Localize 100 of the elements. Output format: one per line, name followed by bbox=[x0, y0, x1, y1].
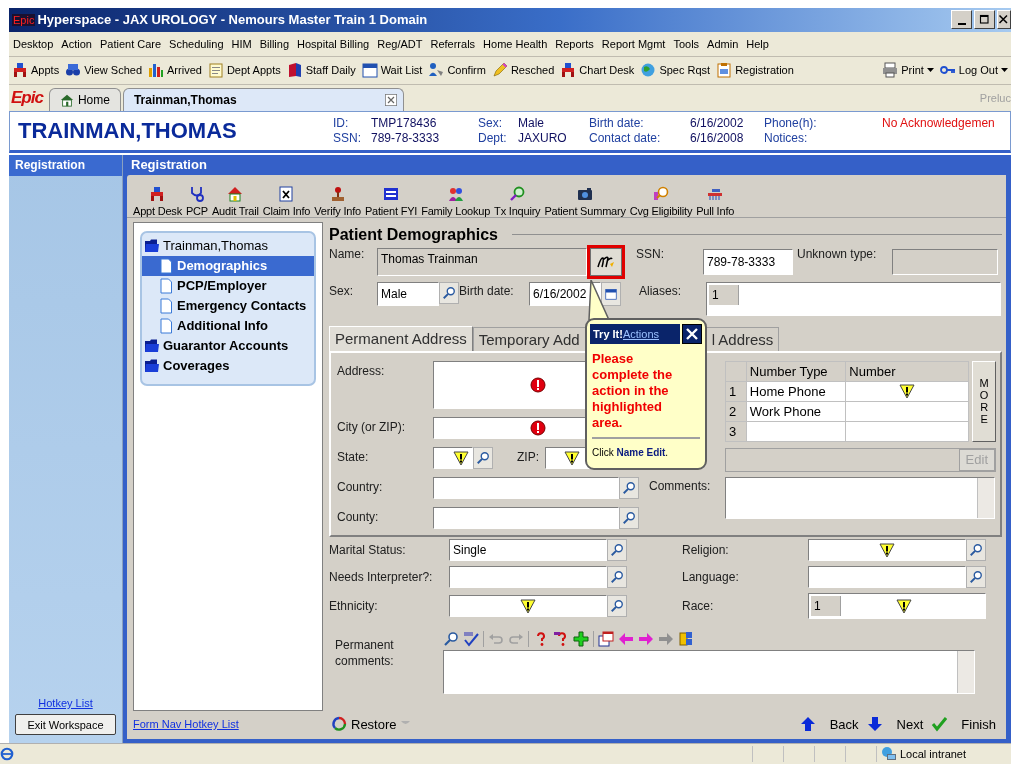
menu-item[interactable]: HIM bbox=[227, 37, 256, 50]
next-button[interactable]: Next bbox=[862, 716, 928, 733]
field-label: Name: bbox=[329, 246, 366, 261]
alert-message: No Acknowledgemen bbox=[882, 115, 995, 130]
toolbar-button[interactable]: Registration bbox=[713, 62, 797, 79]
field-label: State: bbox=[337, 448, 370, 464]
address-tab[interactable]: l Address bbox=[705, 326, 780, 351]
activity-button[interactable]: Appt Desk bbox=[131, 185, 184, 217]
info-value: 6/16/2002 bbox=[690, 116, 745, 131]
hotkey-link[interactable]: Form Nav Hotkey List bbox=[133, 718, 327, 731]
field-label: Marital Status: bbox=[329, 542, 407, 557]
menu-item[interactable]: Admin bbox=[703, 37, 743, 50]
restore-button[interactable]: Restore bbox=[327, 716, 414, 733]
column-header: Number Type bbox=[746, 361, 846, 382]
activity-button[interactable]: Tx Inquiry bbox=[492, 185, 543, 217]
tree-item[interactable]: Emergency Contacts bbox=[142, 295, 314, 316]
exit-workspace-button[interactable]: Exit Workspace bbox=[15, 714, 116, 736]
menu-item[interactable]: Reports bbox=[551, 37, 598, 50]
info-label: Phone(h): bbox=[764, 116, 818, 131]
toolbar-button[interactable]: Confirm bbox=[425, 62, 489, 79]
toolbar-button[interactable]: Appts bbox=[9, 62, 63, 79]
address-tab[interactable]: Permanent Address bbox=[329, 325, 473, 351]
info-value: 789-78-3333 bbox=[371, 131, 441, 146]
log-out-button[interactable]: Log Out bbox=[936, 62, 1011, 79]
tooltip-message: Please complete the action in the highlighted area. bbox=[592, 350, 700, 439]
field-label: Ethnicity: bbox=[329, 598, 379, 613]
field-label: Aliases: bbox=[639, 282, 683, 298]
hotkey-link[interactable]: Hotkey List bbox=[38, 697, 93, 710]
finish-button[interactable]: Finish bbox=[927, 716, 1000, 733]
race-list[interactable]: 1 bbox=[808, 592, 986, 619]
tree-item[interactable]: Coverages bbox=[142, 355, 314, 376]
tab[interactable]: Trainman,Thomas bbox=[122, 87, 404, 111]
field-label: Comments: bbox=[649, 477, 712, 493]
info-value: TMP178436 bbox=[371, 116, 438, 131]
info-label: Birth date: bbox=[589, 116, 645, 131]
back-button[interactable]: Back bbox=[795, 716, 863, 733]
ssn-field[interactable]: 789-78-3333 bbox=[703, 248, 793, 275]
menu-item[interactable]: Home Health bbox=[479, 37, 552, 50]
toolbar-button[interactable]: Dept Appts bbox=[204, 62, 284, 79]
menu-item[interactable]: Report Mgmt bbox=[597, 37, 670, 50]
sidebar-title: Registration bbox=[9, 154, 122, 176]
activity-button[interactable]: PCP bbox=[183, 185, 210, 217]
app-logo: Epic bbox=[12, 13, 36, 26]
sex-field[interactable]: Male bbox=[377, 281, 439, 306]
row-number: 1 bbox=[709, 284, 739, 305]
field-label: ZIP: bbox=[517, 448, 540, 464]
more-button[interactable]: MORE bbox=[972, 360, 996, 442]
toolbar-button[interactable]: Staff Daily bbox=[283, 62, 359, 79]
info-label: Contact date: bbox=[589, 131, 662, 146]
activity-button[interactable]: Audit Trail bbox=[210, 185, 261, 217]
toolbar-button[interactable]: Arrived bbox=[145, 62, 205, 79]
address-tab[interactable]: Temporary Add bbox=[472, 326, 586, 351]
activity-button[interactable]: Pull Info bbox=[694, 185, 737, 217]
tree-item[interactable]: Trainman,Thomas bbox=[142, 235, 314, 256]
activity-button[interactable]: Claim Info bbox=[260, 185, 313, 217]
toolbar-button[interactable]: Spec Rqst bbox=[637, 62, 714, 79]
activity-button[interactable]: Family Lookup bbox=[419, 185, 493, 217]
info-value: 6/16/2008 bbox=[690, 131, 745, 146]
menu-item[interactable]: Action bbox=[57, 37, 96, 50]
phone-table[interactable]: Number Type Number 1 Home Phone 2 Work Phone 3 bbox=[725, 360, 970, 442]
toolbar-button[interactable]: View Sched bbox=[62, 62, 146, 79]
aliases-list[interactable]: 1 bbox=[706, 281, 1001, 316]
menu-item[interactable]: Hospital Billing bbox=[293, 37, 374, 50]
name-field[interactable]: Thomas Trainman bbox=[377, 247, 587, 276]
menu-item[interactable]: Reg/ADT bbox=[373, 37, 427, 50]
tree-item[interactable]: Guarantor Accounts bbox=[142, 335, 314, 356]
edit-button: Edit bbox=[958, 448, 995, 471]
info-label: Dept: bbox=[478, 131, 508, 146]
toolbar-button[interactable]: Chart Desk bbox=[557, 62, 638, 79]
activity-button[interactable]: Patient FYI bbox=[362, 185, 420, 217]
toolbar-button[interactable]: Wait List bbox=[358, 62, 426, 79]
panel-title: Registration bbox=[130, 155, 208, 174]
truncated-label: Preluc bbox=[978, 91, 1011, 104]
toolbar-button[interactable]: Resched bbox=[488, 62, 558, 79]
activity-button[interactable]: Cvg Eligibility bbox=[627, 185, 695, 217]
tree-item[interactable]: Additional Info bbox=[142, 315, 314, 336]
menu-item[interactable]: Desktop bbox=[9, 37, 58, 50]
tree-item[interactable]: Demographics bbox=[142, 255, 314, 276]
tooltip-instruction: Click Name Edit. bbox=[592, 446, 670, 458]
info-label: ID: bbox=[333, 116, 350, 131]
activity-button[interactable]: Patient Summary bbox=[542, 185, 628, 217]
section-title: Patient Demographics bbox=[329, 225, 498, 244]
menu-item[interactable]: Help bbox=[742, 37, 773, 50]
info-label: Notices: bbox=[764, 131, 809, 146]
menu-item[interactable]: Billing bbox=[255, 37, 294, 50]
print-button[interactable]: Print bbox=[879, 62, 937, 79]
menu-item[interactable]: Scheduling bbox=[165, 37, 228, 50]
field-label: Religion: bbox=[682, 542, 730, 557]
tree-item[interactable]: PCP/Employer bbox=[142, 275, 314, 296]
menu-item[interactable]: Referrals bbox=[426, 37, 480, 50]
menu-item[interactable]: Tools bbox=[669, 37, 704, 50]
field-label: Permanent comments: bbox=[334, 636, 395, 669]
activity-button[interactable]: Verify Info bbox=[312, 185, 363, 217]
app-logo: Epic bbox=[11, 87, 43, 108]
tooltip-title: Try It! bbox=[593, 327, 623, 340]
tab[interactable]: Home bbox=[48, 87, 121, 111]
info-value: Male bbox=[518, 116, 545, 131]
birth-date-field[interactable]: 6/16/2002 bbox=[529, 281, 601, 306]
menu-item[interactable]: Patient Care bbox=[95, 37, 166, 50]
lookup-field[interactable]: Single bbox=[449, 538, 607, 561]
